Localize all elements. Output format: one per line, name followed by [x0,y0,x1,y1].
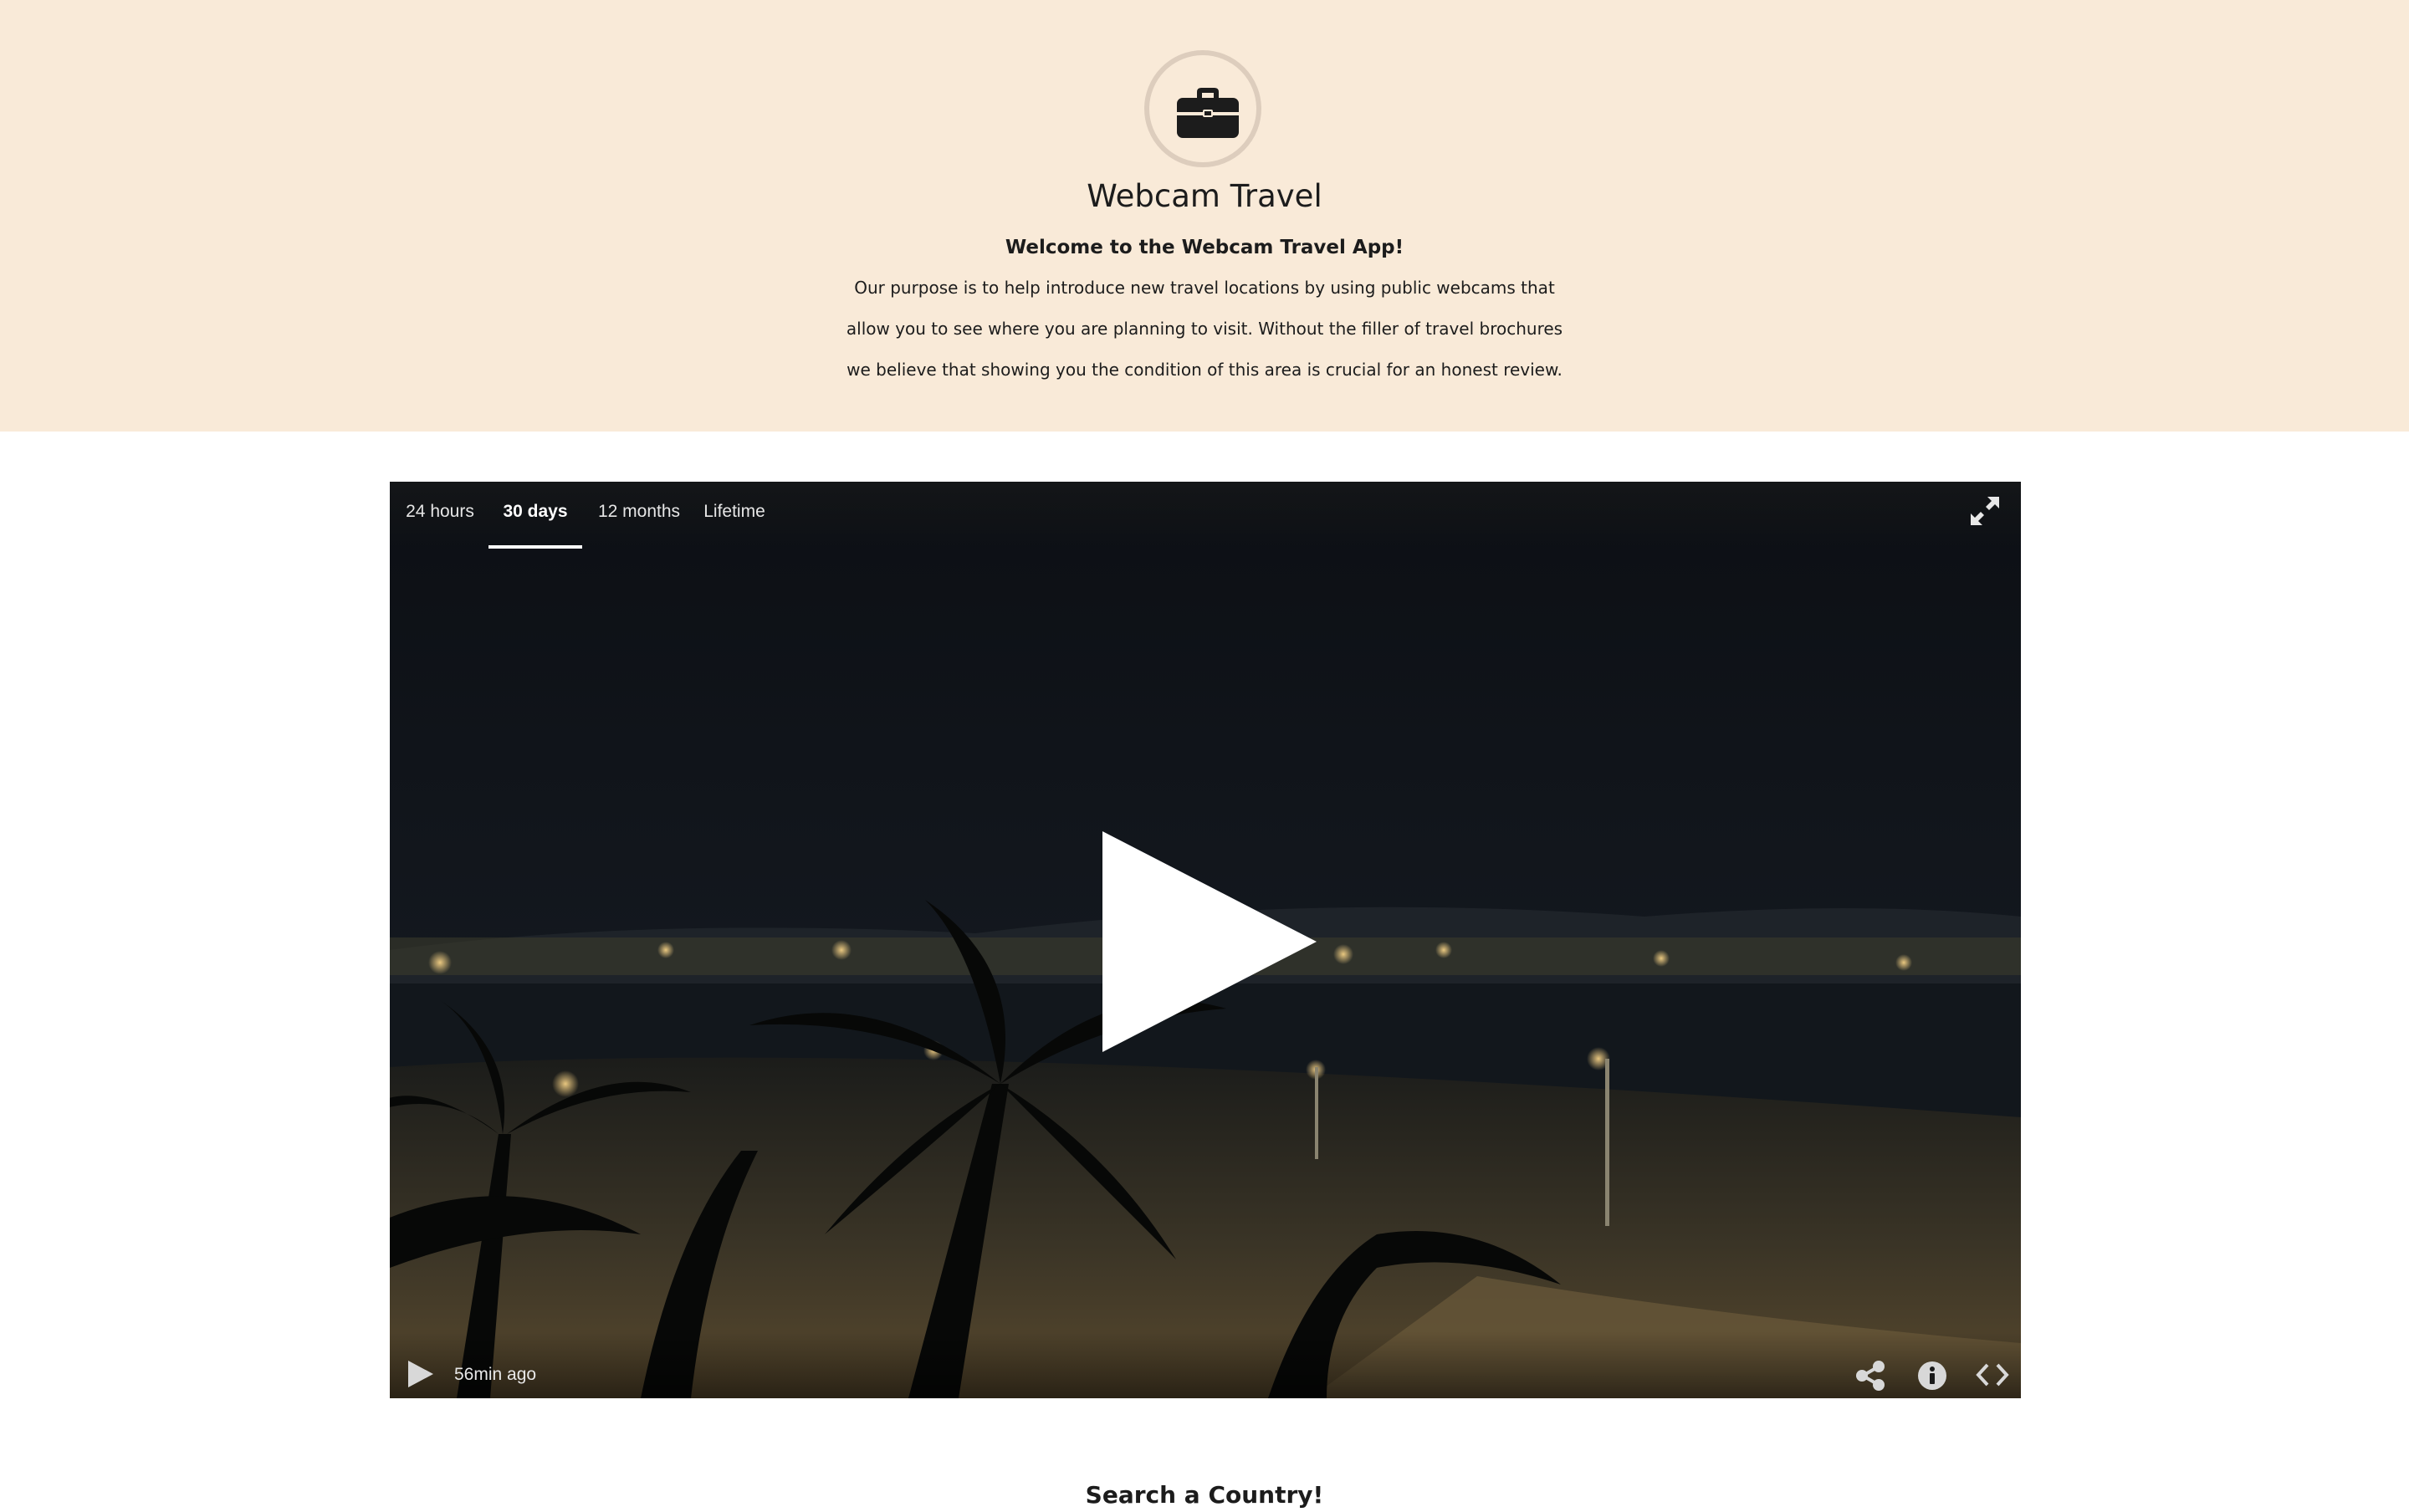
tab-30-days[interactable]: 30 days [488,482,582,549]
share-icon[interactable] [1855,1361,1885,1391]
big-play-icon[interactable] [1102,831,1317,1052]
tab-lifetime[interactable]: Lifetime [701,482,768,545]
info-icon[interactable] [1917,1361,1947,1391]
description-line: we believe that showing you the conditio… [846,360,1563,380]
player-controls: 56min ago [390,1331,2021,1398]
briefcase-icon [1177,88,1239,138]
logo-circle [1144,50,1261,167]
last-update-time: 56min ago [454,1365,537,1384]
play-icon[interactable] [408,1361,433,1387]
tab-12-months[interactable]: 12 months [597,482,681,545]
description-line: allow you to see where you are planning … [846,319,1563,339]
description-line: Our purpose is to help introduce new tra… [854,278,1555,298]
fullscreen-icon[interactable] [1969,495,2001,527]
embed-code-icon[interactable] [1976,1362,2009,1387]
search-heading: Search a Country! [1085,1481,1324,1509]
period-tabs: 24 hours 30 days 12 months Lifetime [390,482,2021,549]
page-title: Webcam Travel [1087,178,1322,214]
welcome-heading: Welcome to the Webcam Travel App! [1005,237,1404,258]
tab-24-hours[interactable]: 24 hours [405,482,475,545]
webcam-player[interactable]: 24 hours 30 days 12 months Lifetime 56mi… [390,482,2021,1398]
hero-header: Webcam Travel Welcome to the Webcam Trav… [0,0,2409,432]
